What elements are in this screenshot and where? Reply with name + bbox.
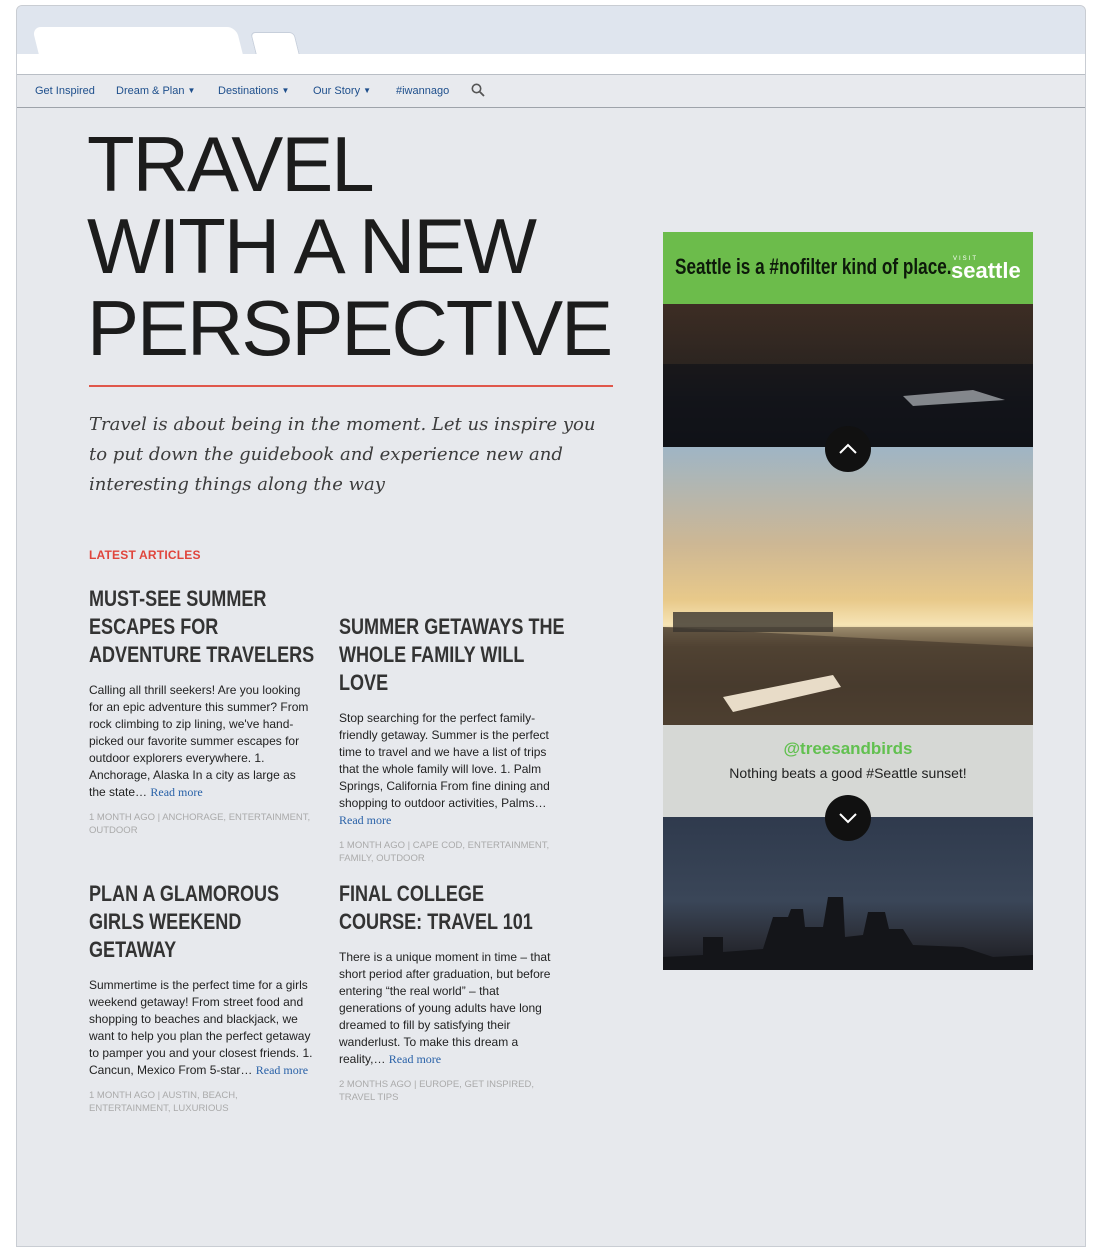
read-more-link[interactable]: Read more <box>150 785 202 799</box>
article-title[interactable]: SUMMER GETAWAYS THE WHOLE FAMILY WILL LO… <box>339 613 565 697</box>
site-nav: Get Inspired Dream & Plan ▼ Destinations ▼… <box>17 75 1085 108</box>
browser-tab-strip <box>17 6 1085 55</box>
hero-intro: Travel is about being in the moment. Let… <box>89 414 596 495</box>
search-icon[interactable] <box>471 83 485 97</box>
hero-divider <box>89 385 613 387</box>
scroll-down-button[interactable] <box>825 795 871 841</box>
article-meta: 1 MONTH AGO | AUSTIN, BEACH, ENTERTAINME… <box>89 1090 238 1114</box>
nav-item-iwannago[interactable]: #iwannago <box>396 85 449 97</box>
article-excerpt: Summertime is the perfect time for a gir… <box>89 978 313 1077</box>
article-excerpt: Calling all thrill seekers! Are you look… <box>89 683 309 799</box>
new-tab-button[interactable] <box>250 32 300 55</box>
photo-sunset-beach <box>663 447 1033 725</box>
chevron-down-icon <box>839 813 857 824</box>
hero-headline: TRAVEL WITH A NEW PERSPECTIVE <box>87 120 613 372</box>
article-meta: 2 MONTHS AGO | EUROPE, GET INSPIRED, TRA… <box>339 1079 534 1103</box>
caret-down-icon: ▼ <box>281 86 290 95</box>
browser-toolbar <box>17 54 1085 75</box>
article-title[interactable]: FINAL COLLEGE COURSE: TRAVEL 101 <box>339 880 565 936</box>
article-title[interactable]: PLAN A GLAMOROUS GIRLS WEEKEND GETAWAY <box>89 880 315 964</box>
beach-scene <box>663 612 1033 725</box>
caption-text: Nothing beats a good #Seattle sunset! <box>729 765 967 781</box>
scroll-up-button[interactable] <box>825 426 871 472</box>
caret-down-icon: ▼ <box>363 86 371 95</box>
hero-line: TRAVEL <box>87 120 375 208</box>
banner-text: Seattle is a #nofilter kind of place. <box>675 254 952 279</box>
article-meta: 1 MONTH AGO | CAPE COD, ENTERTAINMENT, F… <box>339 840 550 864</box>
hero-line: WITH A NEW <box>87 202 537 290</box>
caption-username[interactable]: @treesandbirds <box>663 739 1033 759</box>
read-more-link[interactable]: Read more <box>339 813 391 827</box>
read-more-link[interactable]: Read more <box>256 1063 308 1077</box>
instagram-ad-widget[interactable]: Seattle is a #nofilter kind of place. VI… <box>663 232 1033 970</box>
nav-item-destinations[interactable]: Destinations ▼ <box>218 85 289 97</box>
nav-item-dream-plan[interactable]: Dream & Plan ▼ <box>116 85 195 97</box>
browser-tab[interactable] <box>32 27 243 55</box>
article-excerpt: Stop searching for the perfect family-fr… <box>339 711 550 827</box>
chevron-up-icon <box>839 443 857 454</box>
ad-banner[interactable]: Seattle is a #nofilter kind of place. VI… <box>663 232 1033 304</box>
article-excerpt: There is a unique moment in time – that … <box>339 950 551 1066</box>
latest-articles-heading: LATEST ARTICLES <box>89 548 201 562</box>
browser-window: Get Inspired Dream & Plan ▼ Destinations ▼… <box>16 5 1086 1247</box>
article-card: MUST-SEE SUMMER ESCAPES FOR ADVENTURE TR… <box>89 585 315 837</box>
article-card: SUMMER GETAWAYS THE WHOLE FAMILY WILL LO… <box>339 613 565 865</box>
nav-item-get-inspired[interactable]: Get Inspired <box>35 85 95 97</box>
nav-item-our-story[interactable]: Our Story ▼ <box>313 85 371 97</box>
article-title[interactable]: MUST-SEE SUMMER ESCAPES FOR ADVENTURE TR… <box>89 585 315 669</box>
read-more-link[interactable]: Read more <box>389 1052 441 1066</box>
article-card: PLAN A GLAMOROUS GIRLS WEEKEND GETAWAY S… <box>89 880 315 1115</box>
caret-down-icon: ▼ <box>187 86 196 95</box>
hero-line: PERSPECTIVE <box>87 284 613 372</box>
visit-seattle-logo: seattle <box>951 258 1021 283</box>
article-card: FINAL COLLEGE COURSE: TRAVEL 101 There i… <box>339 880 565 1104</box>
article-meta: 1 MONTH AGO | ANCHORAGE, ENTERTAINMENT, … <box>89 812 311 836</box>
